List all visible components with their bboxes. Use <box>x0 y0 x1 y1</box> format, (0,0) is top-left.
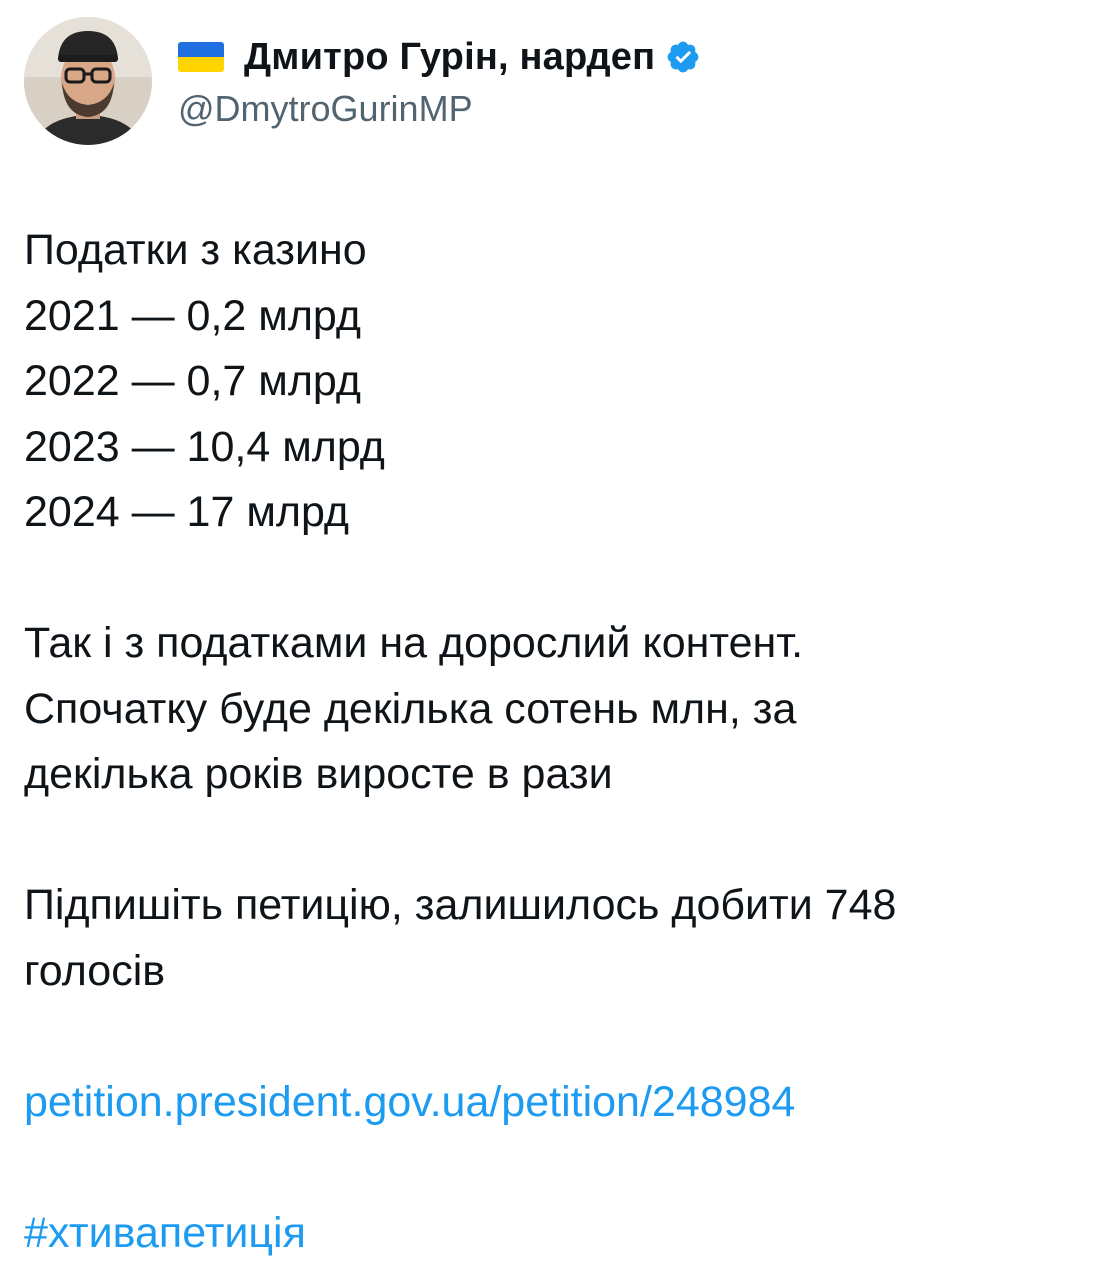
tax-stat-2021: 2021 — 0,2 млрд <box>24 291 361 340</box>
tax-stat-2024: 2024 — 17 млрд <box>24 488 349 536</box>
paragraph3-line2: голосів <box>24 946 166 995</box>
tweet-intro: Податки з казино <box>24 226 367 274</box>
ukraine-flag-icon <box>178 42 224 72</box>
paragraph3-line1: Підпишіть петицію, залишилось добити 748 <box>24 881 897 929</box>
verified-badge-icon[interactable] <box>665 39 701 75</box>
paragraph2-line2: Спочатку буде декілька сотень млн, за <box>24 684 797 733</box>
tax-stat-2022: 2022 — 0,7 млрд <box>24 357 361 405</box>
author-names: Дмитро Гурін, нардеп @DmytroGurinMP <box>178 32 701 130</box>
petition-link[interactable]: petition.president.gov.ua/petition/24898… <box>24 1078 795 1126</box>
name-row: Дмитро Гурін, нардеп <box>178 32 701 82</box>
hashtag-row: #хтивапетиція <box>24 1201 1084 1267</box>
petition-link-row: petition.president.gov.ua/petition/24898… <box>24 1070 1084 1136</box>
tweet-header: Дмитро Гурін, нардеп @DmytroGurinMP <box>24 16 701 146</box>
paragraph2-line3: декілька років виросте в рази <box>24 750 613 798</box>
paragraph2-line1: Так і з податками на дорослий контент. <box>24 619 804 667</box>
hashtag-link[interactable]: #хтивапетиція <box>24 1209 306 1257</box>
avatar[interactable] <box>24 17 152 145</box>
avatar-photo <box>24 17 152 145</box>
author-display-name[interactable]: Дмитро Гурін, нардеп <box>244 36 655 79</box>
tweet-text: Податки з казино 2021 — 0,2 млрд 2022 — … <box>24 218 1084 1266</box>
author-handle[interactable]: @DmytroGurinMP <box>178 88 701 130</box>
tax-stat-2023: 2023 — 10,4 млрд <box>24 422 385 471</box>
tweet: Дмитро Гурін, нардеп @DmytroGurinMP Пода… <box>0 0 1115 1280</box>
